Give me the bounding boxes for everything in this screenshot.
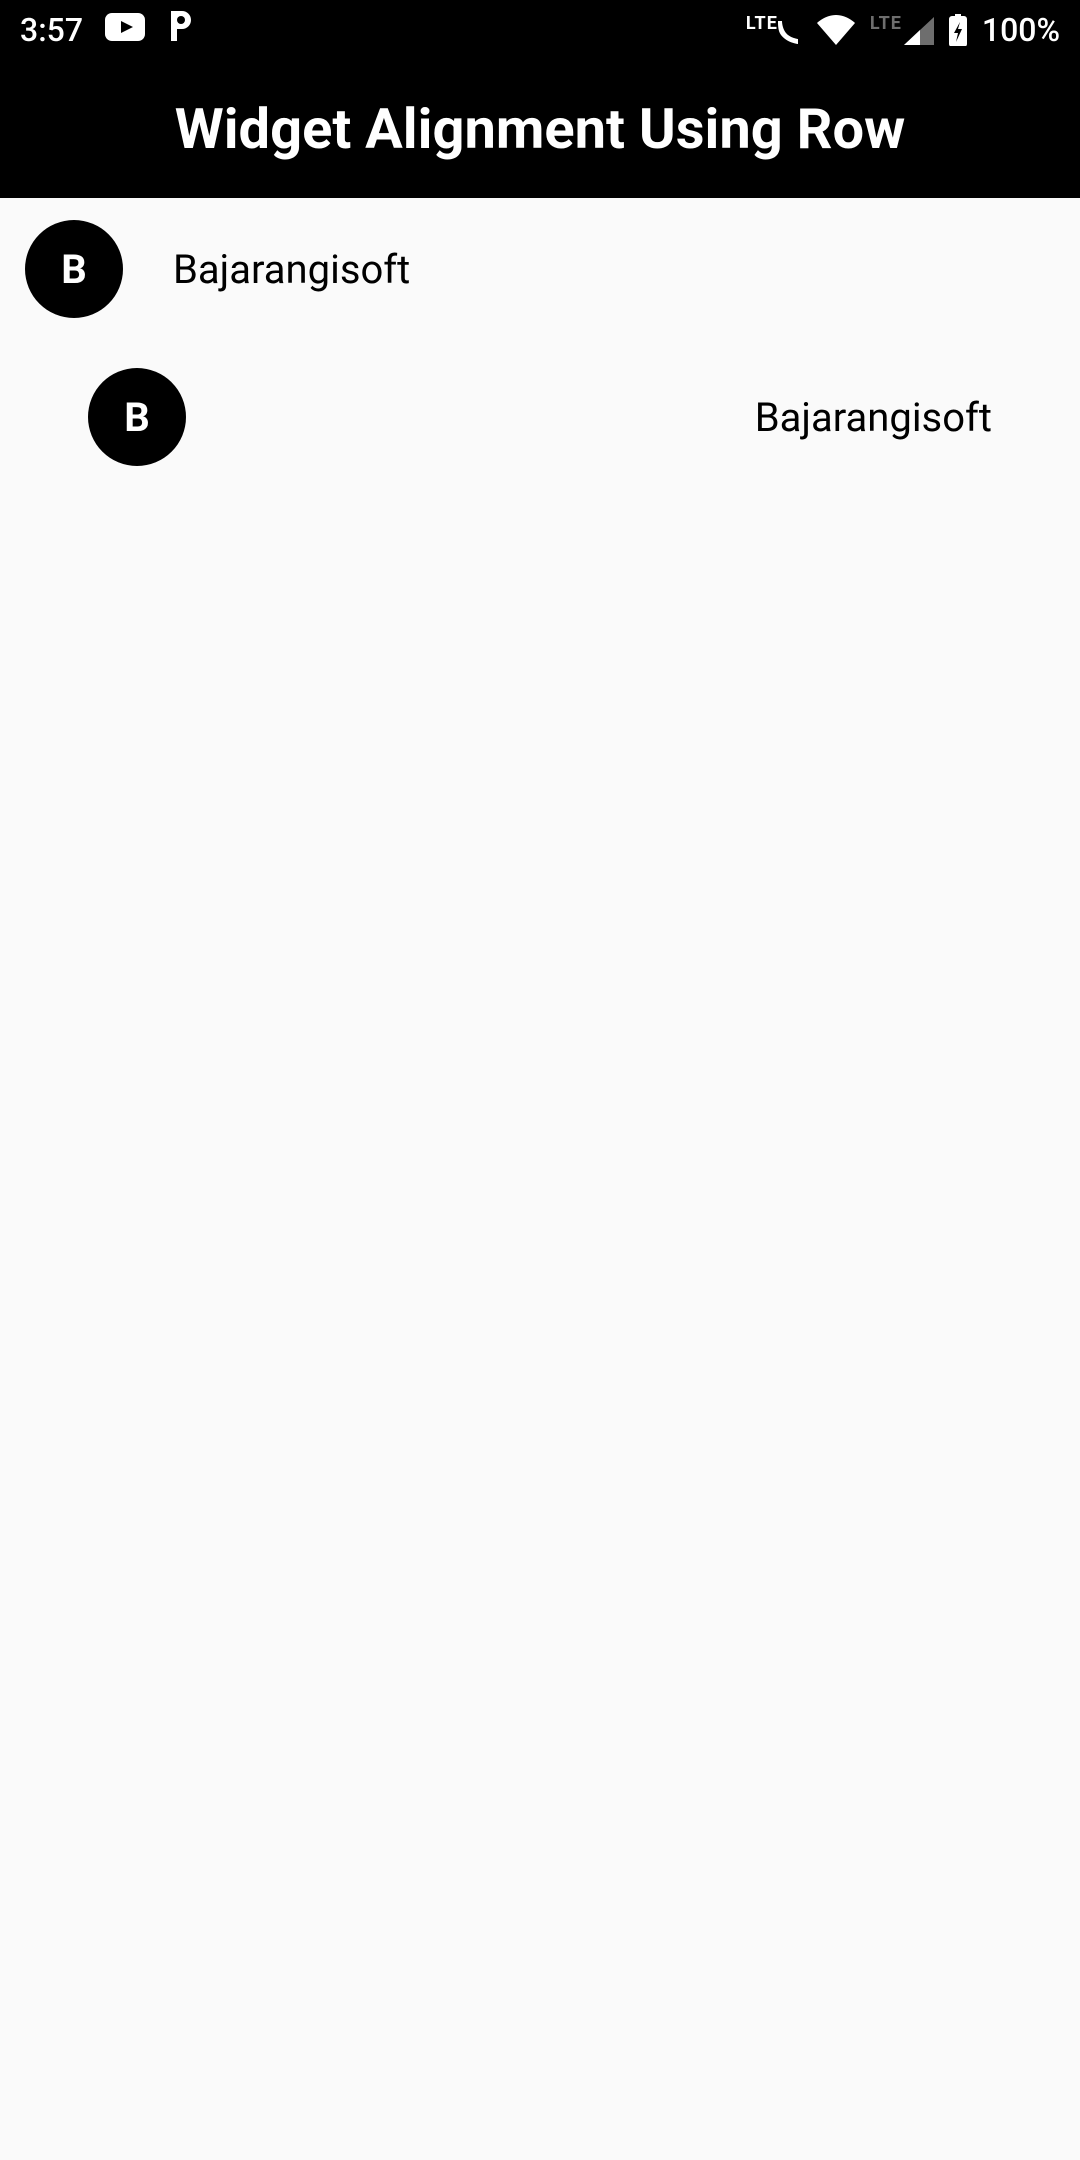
avatar: B xyxy=(88,368,186,466)
signal-lte-icon: LTE xyxy=(870,15,934,45)
avatar-letter: B xyxy=(124,394,150,441)
status-left: 3:57 xyxy=(20,9,193,51)
status-bar: 3:57 LTE LTE xyxy=(0,0,1080,60)
p-icon xyxy=(167,9,193,51)
app-bar: Widget Alignment Using Row xyxy=(0,60,1080,198)
status-time: 3:57 xyxy=(20,11,83,49)
list-row: B Bajarangisoft xyxy=(0,220,1080,318)
page-title: Widget Alignment Using Row xyxy=(175,96,906,162)
lte-label-1: LTE xyxy=(746,15,778,33)
avatar: B xyxy=(25,220,123,318)
list-item-label: Bajarangisoft xyxy=(173,246,410,293)
battery-charging-icon xyxy=(948,14,968,46)
list-row: B Bajarangisoft xyxy=(0,368,1080,466)
battery-percent: 100% xyxy=(982,11,1060,49)
phone-lte-icon: LTE xyxy=(746,15,802,45)
list-item-label: Bajarangisoft xyxy=(755,394,992,441)
avatar-letter: B xyxy=(61,246,87,293)
lte-label-2: LTE xyxy=(870,15,902,33)
wifi-icon xyxy=(816,15,856,45)
status-right: LTE LTE 100% xyxy=(746,11,1060,49)
body: B Bajarangisoft B Bajarangisoft xyxy=(0,198,1080,466)
youtube-icon xyxy=(105,11,145,49)
